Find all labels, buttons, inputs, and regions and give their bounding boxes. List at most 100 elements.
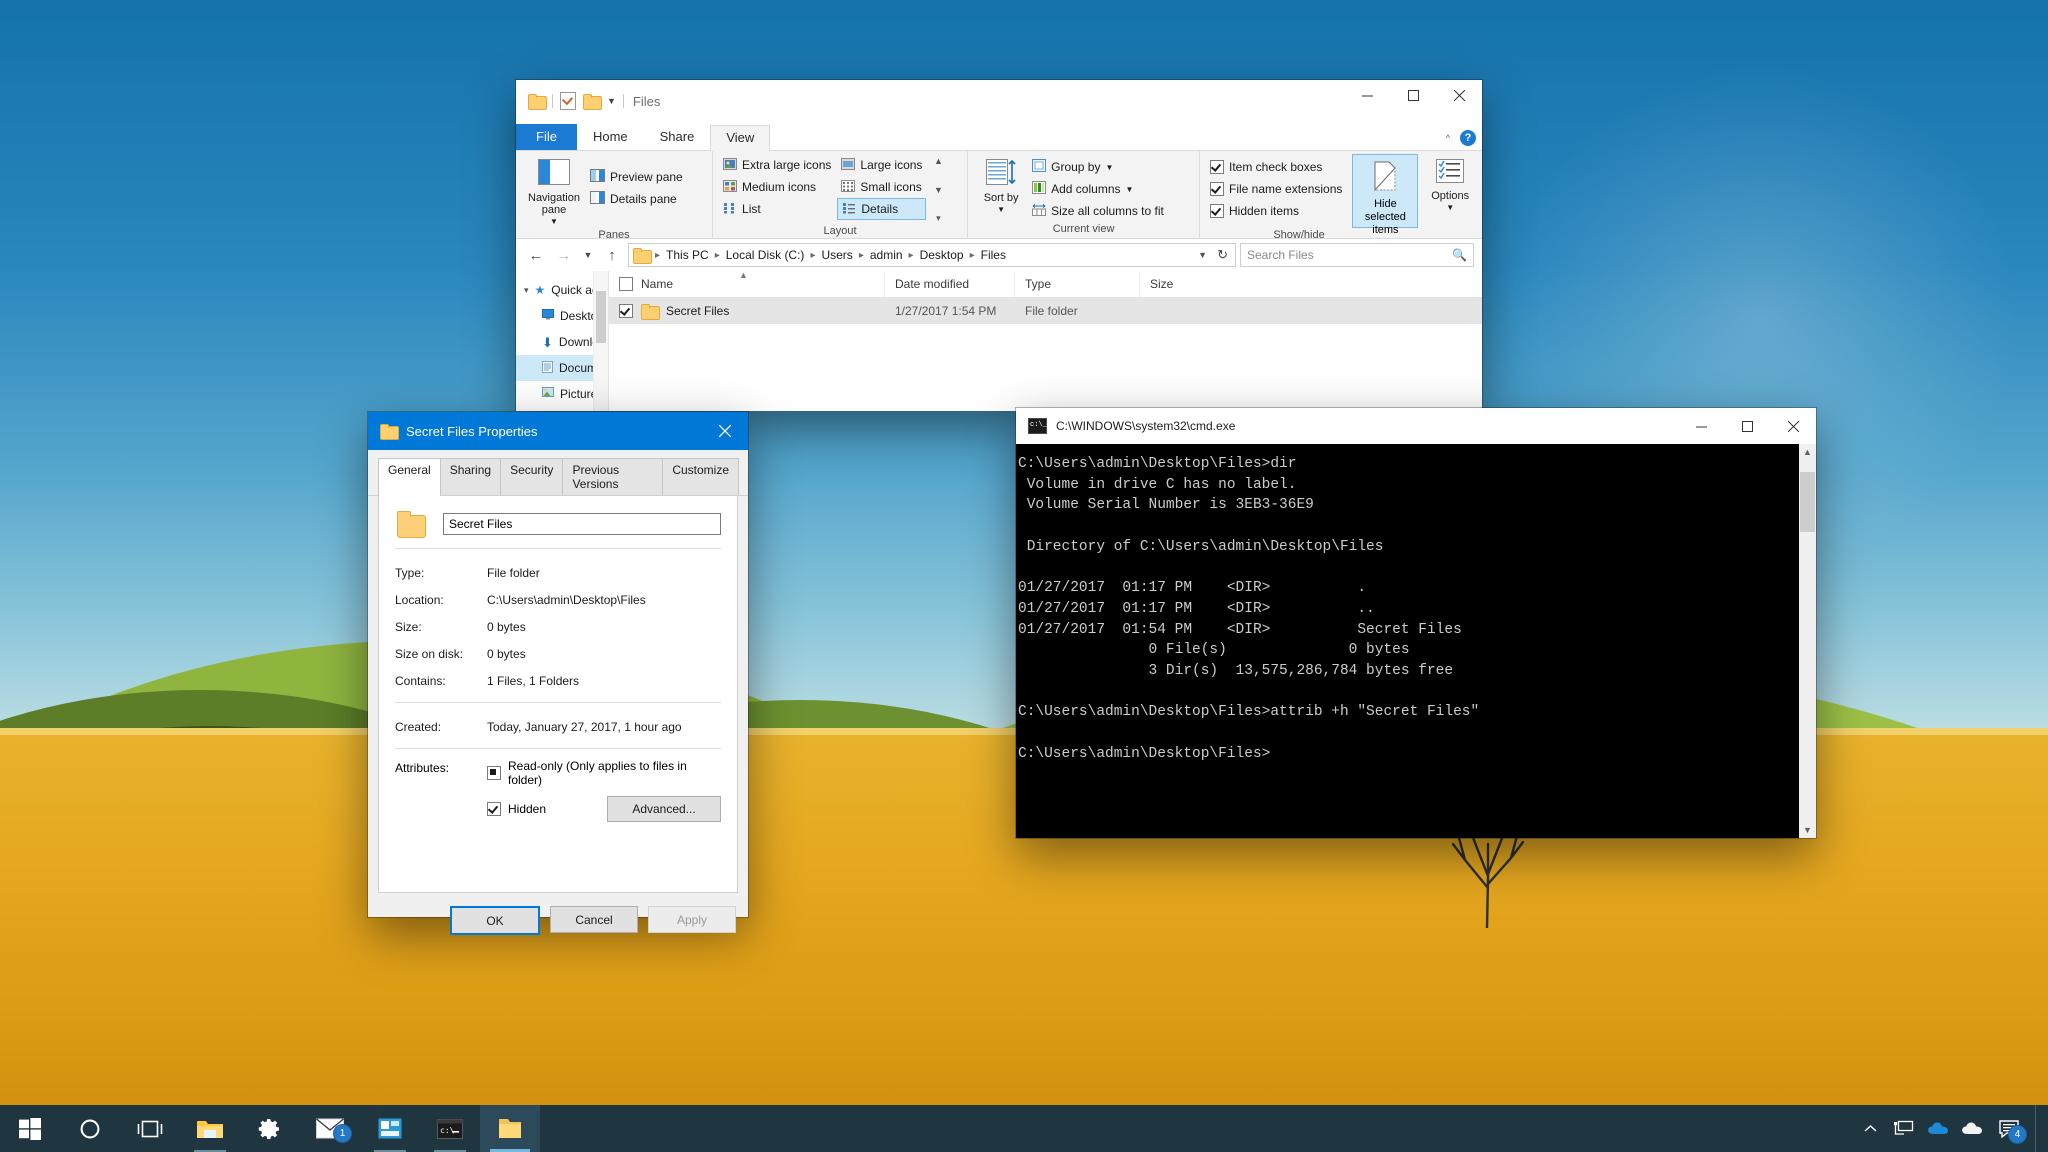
layout-gallery-scroll[interactable]: ▲ ▼ ▾ [929, 154, 947, 224]
file-name-extensions-checkbox[interactable] [1210, 182, 1224, 196]
cmd-window-controls[interactable] [1678, 411, 1816, 441]
tab-sharing[interactable]: Sharing [439, 458, 502, 495]
hidden-option[interactable]: Hidden Advanced... [487, 796, 721, 822]
view-large-icons[interactable]: Large icons [837, 154, 926, 176]
navigation-pane[interactable]: ▾ ★ Quick access Desktop 📌 ⬇ Downloads 📌… [516, 271, 609, 411]
layout-view-list[interactable]: Extra large icons Large icons Medium ico… [719, 154, 927, 220]
close-button[interactable] [1770, 411, 1816, 441]
scrollbar-thumb[interactable] [1800, 472, 1815, 532]
tab-customize[interactable]: Customize [662, 458, 739, 495]
chevron-down-icon[interactable]: ▼ [1446, 202, 1454, 214]
preview-pane-button[interactable]: Preview pane [586, 166, 687, 188]
tab-view[interactable]: View [710, 125, 771, 151]
chevron-down-icon[interactable]: ▼ [1105, 163, 1113, 172]
up-button[interactable]: ↑ [600, 243, 624, 267]
address-dropdown-icon[interactable]: ▼ [1198, 250, 1207, 260]
file-list-header[interactable]: Name Date modified Type Size ▲ [609, 270, 1482, 298]
search-icon[interactable]: 🔍 [1452, 248, 1467, 262]
tab-general[interactable]: General [378, 458, 441, 496]
address-bar[interactable]: ▸ This PC ▸ Local Disk (C:) ▸ Users ▸ ad… [628, 243, 1236, 267]
column-date-modified[interactable]: Date modified [885, 271, 1015, 297]
breadcrumb-users[interactable]: Users [818, 248, 855, 262]
chevron-down-icon[interactable]: ▼ [607, 96, 616, 106]
scroll-up-icon[interactable]: ▲ [1803, 444, 1812, 460]
search-input[interactable]: Search Files [1247, 248, 1314, 262]
read-only-checkbox[interactable] [487, 766, 501, 780]
item-check-boxes-checkbox[interactable] [1210, 160, 1224, 174]
view-list[interactable]: List [719, 198, 835, 220]
tab-home[interactable]: Home [577, 124, 644, 150]
ok-button[interactable]: OK [450, 906, 540, 935]
forward-button[interactable]: → [552, 243, 576, 267]
command-prompt-window[interactable]: C:\WINDOWS\system32\cmd.exe C:\Users\adm… [1016, 408, 1816, 838]
read-only-option[interactable]: Read-only (Only applies to files in fold… [487, 759, 721, 787]
explorer-window-controls[interactable] [1344, 80, 1482, 110]
taskbar-settings[interactable] [240, 1105, 300, 1152]
start-button[interactable] [0, 1105, 60, 1152]
chevron-down-icon[interactable]: ▼ [997, 204, 1005, 216]
breadcrumb-local-disk[interactable]: Local Disk (C:) [723, 248, 808, 262]
address-row[interactable]: ← → ▼ ↑ ▸ This PC ▸ Local Disk (C:) ▸ Us… [516, 239, 1482, 271]
cortana-search-button[interactable] [60, 1105, 120, 1152]
cmd-console-body[interactable]: C:\Users\admin\Desktop\Files>dir Volume … [1016, 444, 1816, 838]
scroll-up-icon[interactable]: ▲ [934, 157, 943, 166]
file-name-cell[interactable]: Secret Files [609, 304, 885, 320]
file-list-area[interactable]: Name Date modified Type Size ▲ Secret Fi… [609, 270, 1482, 411]
action-center-button[interactable]: 4 [1989, 1105, 2029, 1152]
taskbar-command-prompt[interactable]: c:\ [420, 1105, 480, 1152]
details-pane-button[interactable]: Details pane [586, 188, 687, 210]
properties-icon[interactable] [560, 92, 576, 110]
onedrive-white-icon[interactable] [1955, 1105, 1989, 1152]
tab-previous-versions[interactable]: Previous Versions [562, 458, 664, 495]
scroll-down-icon[interactable]: ▼ [934, 185, 943, 195]
show-hidden-icons-button[interactable] [1853, 1105, 1887, 1152]
minimize-button[interactable] [1344, 80, 1390, 110]
advanced-button[interactable]: Advanced... [607, 796, 721, 822]
add-columns-button[interactable]: Add columns ▼ [1028, 178, 1168, 200]
quick-access-toolbar[interactable]: ▼ Files [528, 92, 660, 110]
close-button[interactable] [702, 412, 748, 450]
scroll-down-icon[interactable]: ▼ [1803, 822, 1812, 838]
cmd-title-bar[interactable]: C:\WINDOWS\system32\cmd.exe [1016, 408, 1816, 444]
taskbar-mail[interactable]: 1 [300, 1105, 360, 1152]
hidden-items-checkbox[interactable] [1210, 204, 1224, 218]
options-button[interactable]: Options ▼ [1424, 154, 1476, 214]
file-name-extensions-option[interactable]: File name extensions [1206, 178, 1346, 200]
tab-file[interactable]: File [516, 124, 577, 150]
properties-tab-bar[interactable]: General Sharing Security Previous Versio… [368, 450, 748, 496]
size-all-columns-button[interactable]: Size all columns to fit [1028, 200, 1168, 222]
column-size[interactable]: Size [1140, 271, 1210, 297]
navigation-pane-button[interactable]: Navigation pane ▼ [522, 154, 586, 228]
breadcrumb-desktop[interactable]: Desktop [917, 248, 967, 262]
properties-title-bar[interactable]: Secret Files Properties [368, 412, 748, 450]
tab-share[interactable]: Share [644, 124, 711, 150]
back-button[interactable]: ← [524, 243, 548, 267]
system-tray[interactable]: 4 [1853, 1105, 2048, 1152]
task-view-button[interactable] [120, 1105, 180, 1152]
row-checkbox[interactable] [619, 304, 633, 318]
chevron-down-icon[interactable]: ▼ [1126, 185, 1134, 194]
taskbar[interactable]: 1 c:\ 4 [0, 1105, 2048, 1152]
hidden-items-option[interactable]: Hidden items [1206, 200, 1346, 222]
collapse-ribbon-icon[interactable]: ^ [1446, 133, 1450, 143]
breadcrumb-admin[interactable]: admin [867, 248, 906, 262]
recent-locations-button[interactable]: ▼ [580, 243, 596, 267]
tab-security[interactable]: Security [500, 458, 564, 495]
onedrive-blue-icon[interactable] [1921, 1105, 1955, 1152]
apply-button[interactable]: Apply [648, 906, 736, 933]
scrollbar-thumb[interactable] [596, 291, 606, 343]
view-details[interactable]: Details [837, 198, 927, 220]
view-extra-large-icons[interactable]: Extra large icons [719, 154, 835, 176]
help-icon[interactable]: ? [1460, 130, 1476, 146]
breadcrumb-this-pc[interactable]: This PC [663, 248, 712, 262]
group-by-button[interactable]: Group by ▼ [1028, 156, 1168, 178]
show-desktop-button[interactable] [2035, 1105, 2044, 1152]
taskbar-store[interactable] [360, 1105, 420, 1152]
column-type[interactable]: Type [1015, 271, 1140, 297]
taskbar-properties-window[interactable] [480, 1105, 540, 1152]
expand-gallery-icon[interactable]: ▾ [936, 214, 941, 223]
ribbon[interactable]: Navigation pane ▼ Preview pane Details p… [516, 151, 1482, 241]
ribbon-right-controls[interactable]: ^ ? [1446, 130, 1476, 146]
item-check-boxes-option[interactable]: Item check boxes [1206, 156, 1346, 178]
taskbar-file-explorer[interactable] [180, 1105, 240, 1152]
